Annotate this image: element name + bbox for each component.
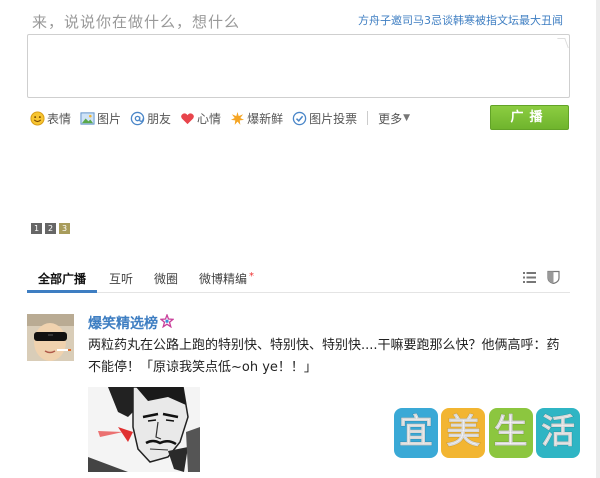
avatar[interactable] [27, 314, 74, 361]
watermark-char: 生 [488, 408, 533, 458]
at-icon [130, 111, 145, 125]
hot-topic-link[interactable]: 方舟子邀司马3忌谈韩寒被指文坛最大丑闻 [358, 12, 563, 28]
post-image[interactable] [88, 387, 200, 472]
active-tab-underline [27, 290, 97, 293]
compose-textarea[interactable] [27, 34, 570, 98]
filter-shield-icon[interactable] [547, 270, 560, 284]
carousel-pager: 1 2 3 [31, 223, 73, 234]
pager-page-3[interactable]: 3 [59, 223, 70, 234]
post-text: 两粒药丸在公路上跑的特别快、特别快、特别快....干嘛要跑那么快？他俩高呼：药不… [88, 338, 560, 375]
tab-all-broadcasts[interactable]: 全部广播 [38, 270, 86, 287]
friend-label: 朋友 [147, 111, 172, 126]
picture-button[interactable]: 图片 [80, 110, 121, 127]
vote-check-icon [292, 111, 307, 125]
post-author-link[interactable]: 爆笑精选榜 [88, 313, 158, 333]
caret-down-icon: ▼ [403, 113, 411, 123]
heart-icon [181, 112, 194, 124]
tab-label: 微圈 [154, 272, 179, 286]
list-view-icon[interactable] [523, 271, 536, 284]
avatar-image [27, 314, 74, 361]
feed-tabs: 全部广播 互听 微圈 微博精编 * [27, 266, 570, 293]
tab-label: 全部广播 [38, 272, 87, 286]
tab-weibo-picks[interactable]: 微博精编 * [199, 270, 254, 287]
watermark-char: 美 [441, 408, 486, 458]
new-indicator: * [249, 271, 255, 282]
composer-prompt: 来，说说你在做什么，想什么 [32, 13, 241, 31]
picture-vote-label: 图片投票 [309, 111, 358, 126]
tab-label: 互听 [109, 272, 134, 286]
tab-label: 微博精编 [199, 272, 248, 286]
compose-toolbar: 表情 图片 朋友 心情 爆新鲜 图片投票 更多 ▼ [30, 109, 419, 127]
watermark-logo: 宜 美 生 活 [394, 408, 580, 460]
tab-micro-circle[interactable]: 微圈 [154, 270, 178, 287]
picture-icon [80, 111, 95, 125]
more-label: 更多 [378, 111, 403, 126]
emoji-button[interactable]: 表情 [30, 110, 71, 127]
page-scroll-edge [596, 0, 600, 478]
mood-label: 心情 [197, 111, 222, 126]
mention-friend-button[interactable]: 朋友 [130, 110, 171, 127]
toolbar-divider [367, 111, 369, 125]
manga-face-image [88, 387, 200, 472]
emoji-label: 表情 [47, 111, 72, 126]
picture-vote-button[interactable]: 图片投票 [292, 110, 357, 127]
pager-page-2[interactable]: 2 [45, 223, 56, 234]
tab-mutual-follow[interactable]: 互听 [109, 270, 133, 287]
more-dropdown[interactable]: 更多 ▼ [378, 110, 410, 127]
smiley-icon [30, 110, 45, 126]
vip-flower-icon [160, 314, 174, 328]
mood-button[interactable]: 心情 [180, 110, 221, 127]
compose-corner [557, 38, 569, 48]
watermark-char: 活 [535, 408, 580, 458]
broadcast-button[interactable]: 广播 [490, 105, 569, 130]
burst-icon [231, 111, 245, 125]
breaking-news-button[interactable]: 爆新鲜 [230, 110, 283, 127]
picture-label: 图片 [97, 111, 122, 126]
watermark-char: 宜 [394, 408, 438, 458]
pager-page-1[interactable]: 1 [31, 223, 42, 234]
breaking-news-label: 爆新鲜 [247, 111, 284, 126]
